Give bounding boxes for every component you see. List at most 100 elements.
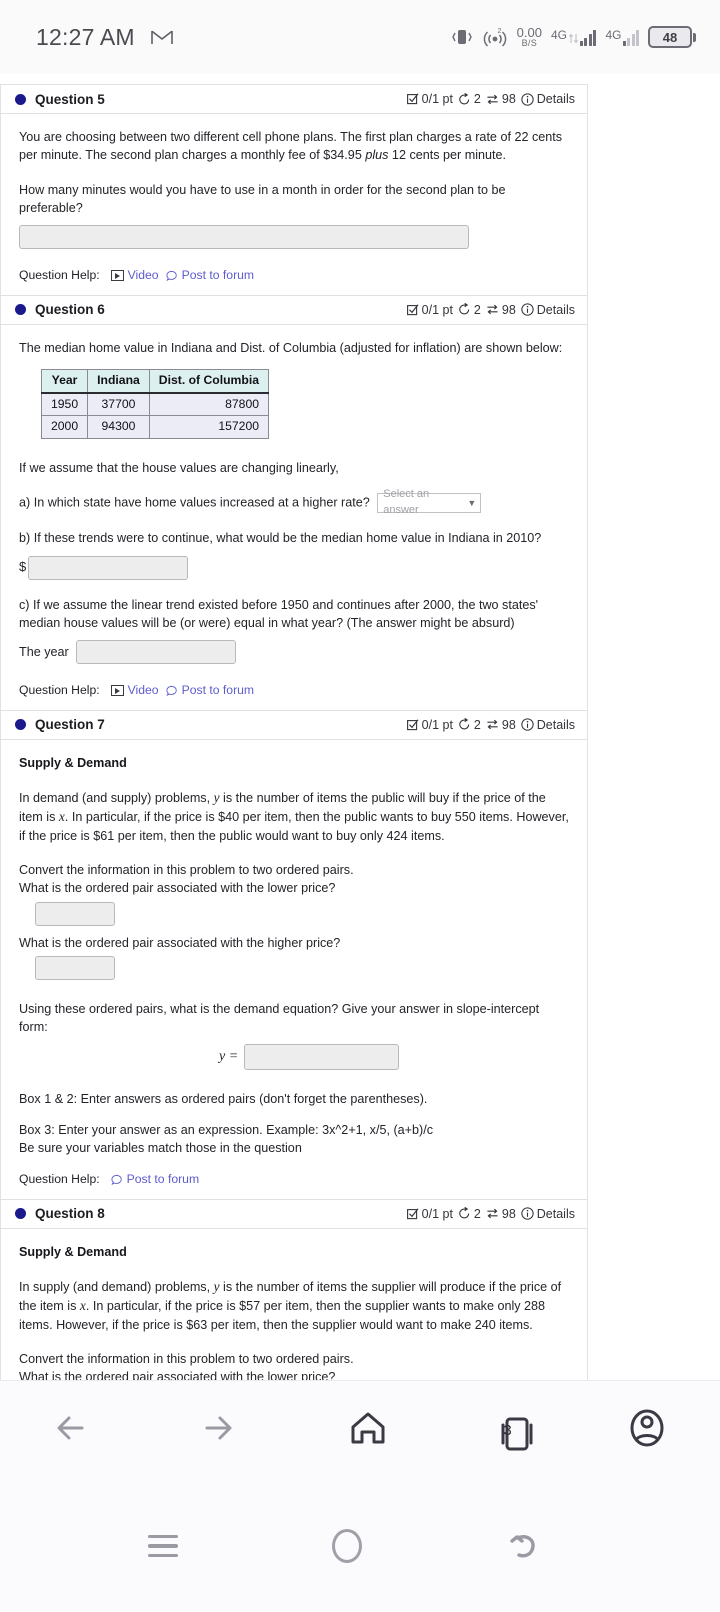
q7-lower-price-input[interactable] [35,901,115,926]
table-header-row: Year Indiana Dist. of Columbia [40,368,270,394]
q6-part-c-input[interactable] [75,640,236,664]
status-bar-left: 12:27 AM [36,24,173,51]
video-label: Video [127,268,159,282]
select-placeholder: Select an answer [383,488,430,517]
q8-prompt-pre: In supply (and demand) problems, [19,1280,214,1294]
score-group: 0/1 pt [406,718,453,732]
browser-back-button[interactable] [52,1410,96,1451]
equation-y-label: y = [219,1049,239,1065]
browser-home-button[interactable] [347,1408,389,1453]
q7-convert-line: Convert the information in this problem … [19,863,354,878]
attempts-group: 2 [458,303,481,317]
q8-subject: Supply & Demand [19,1244,127,1259]
details-link[interactable]: Details [521,1207,575,1221]
question-body-6: The median home value in Indiana and Dis… [1,325,587,710]
forum-help-link[interactable]: Post to forum [165,682,255,700]
q7-higher-price-input[interactable] [35,955,115,980]
forum-label: Post to forum [181,683,255,697]
question-status-dot [15,1208,26,1220]
gmail-icon [150,29,173,46]
play-icon [110,270,124,282]
recents-icon [148,1534,178,1558]
checkbox-check-icon [406,304,419,315]
swap-arrows-icon [487,304,498,315]
info-circle-icon [521,718,534,731]
cell-year: 1950 [40,392,89,417]
q8-prompt-post: . In particular, if the price is $57 per… [19,1299,546,1332]
help-label: Question Help: [19,683,100,697]
q6-intro: The median home value in Indiana and Dis… [19,340,563,355]
android-home-button[interactable] [332,1529,362,1563]
q6-part-a: a) In which state have home values incre… [19,488,569,516]
checkbox-check-icon [406,1208,419,1219]
cell-dc: 87800 [148,392,270,417]
browser-profile-button[interactable] [626,1407,668,1454]
question-status-dot [15,719,26,731]
q5-answer-input[interactable] [19,225,469,249]
attempts-group: 2 [458,92,481,106]
question-score: 0/1 pt [421,1206,453,1221]
question-header-8: Question 8 0/1 pt 2 98 Details [1,1198,587,1229]
q7-lower-price-label: What is the ordered pair associated with… [19,881,336,896]
attempts-group: 2 [458,718,481,732]
details-link[interactable]: Details [521,92,575,106]
forum-help-link[interactable]: Post to forum [111,1171,199,1189]
q8-prompt: In supply (and demand) problems, y is th… [19,1277,569,1334]
sim2-signal: 4G [605,29,639,46]
sim2-bars [622,29,639,46]
forum-help-link[interactable]: Post to forum [165,267,254,285]
retries-group: 98 [486,718,516,732]
help-label: Question Help: [19,1172,100,1187]
android-recents-button[interactable] [148,1534,178,1558]
question-retries: 98 [501,302,516,317]
back-arrow-icon [510,1535,535,1558]
sim1-signal: 4G [551,29,597,46]
browser-navigation-bar: 3 [0,1380,720,1480]
question-retries: 98 [501,717,516,732]
retry-icon [459,718,470,730]
data-rate-unit: B/S [521,38,538,48]
q7-equation-input[interactable] [244,1044,400,1071]
q7-equation-label: Using these ordered pairs, what is the d… [19,1001,540,1035]
q7-note-2: Box 3: Enter your answer as an expressio… [19,1122,434,1137]
q7-higher-price-label: What is the ordered pair associated with… [19,935,341,950]
browser-forward-button[interactable] [199,1410,243,1451]
q7-prompt: In demand (and supply) problems, y is th… [19,788,569,845]
details-link[interactable]: Details [521,718,575,732]
col-dc: Dist. of Columbia [148,368,270,394]
details-label: Details [536,1206,575,1221]
status-bar: 12:27 AM 2 0.00 B/S 4G 4G 48 [0,0,720,74]
android-back-button[interactable] [506,1528,542,1564]
hotspot-icon: 2 [482,27,508,47]
home-value-table: Year Indiana Dist. of Columbia 1950 3770… [40,368,270,439]
q6-part-a-select[interactable]: Select an answer ▼ [377,488,482,516]
browser-tabs-count: 3 [503,1422,512,1439]
video-help-link[interactable]: Video [110,682,159,700]
video-help-link[interactable]: Video [110,267,159,285]
question-title: Question 8 [35,1206,105,1222]
swap-arrows-icon [487,719,498,730]
play-icon [110,685,124,697]
video-label: Video [127,683,159,697]
details-link[interactable]: Details [521,303,575,317]
question-header-5: Question 5 0/1 pt 2 98 Details [1,84,587,114]
q7-equation-row: y = [19,1044,569,1071]
question-body-7: Supply & Demand In demand (and supply) p… [1,740,587,1199]
battery-indicator: 48 [648,26,696,48]
svg-text:2: 2 [497,28,501,35]
comment-icon [111,1174,122,1185]
q7-note-3: Be sure your variables match those in th… [19,1140,302,1155]
question-status-dot [15,304,26,316]
android-navigation-bar [0,1480,720,1612]
q6-part-b: b) If these trends were to continue, wha… [19,531,542,546]
q5-paragraph-1: You are choosing between two different c… [19,130,563,163]
help-label: Question Help: [19,268,100,282]
comment-icon [165,685,177,696]
details-label: Details [536,302,575,317]
q6-part-b-input[interactable] [28,555,189,580]
sim2-network-label: 4G [605,27,622,42]
q6-part-b-row: $ [19,555,569,580]
score-group: 0/1 pt [406,303,453,317]
browser-tabs-button[interactable]: 3 [493,1414,533,1450]
question-attempts: 2 [473,717,481,732]
